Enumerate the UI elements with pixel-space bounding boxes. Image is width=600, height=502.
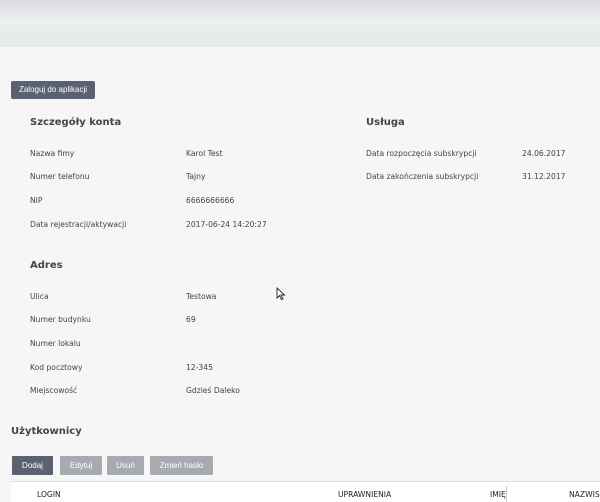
top-banner (0, 0, 600, 47)
service-title: Usługa (366, 117, 405, 128)
address-title: Adres (30, 260, 63, 271)
users-title: Użytkownicy (11, 426, 82, 437)
edit-user-button[interactable]: Edytuj (60, 456, 102, 475)
subscription-end-label: Data zakończenia subskrypcji (366, 172, 479, 181)
postal-code-label: Kod pocztowy (30, 363, 83, 372)
nip-label: NIP (30, 196, 43, 205)
add-user-button[interactable]: Dodaj (12, 456, 53, 475)
account-details-title: Szczegóły konta (30, 117, 122, 128)
subscription-start-value: 24.06.2017 (522, 149, 566, 158)
subscription-start-label: Data rozpoczęcia subskrypcji (366, 149, 477, 158)
delete-user-button[interactable]: Usuń (107, 456, 144, 475)
users-table-header: LOGIN UPRAWNIENIA IMIĘ NAZWIS (11, 481, 600, 502)
column-header-last-name[interactable]: NAZWIS (569, 490, 600, 499)
registration-date-label: Data rejestracji/aktywacji (30, 220, 127, 229)
apartment-number-label: Numer lokalu (30, 339, 81, 348)
street-label: Ulica (30, 292, 49, 301)
change-password-button[interactable]: Zmień hasło (150, 456, 213, 475)
mouse-cursor-icon (276, 287, 286, 301)
login-to-app-button[interactable]: Zaloguj do aplikacji (11, 81, 95, 99)
phone-value: Tajny (186, 172, 206, 181)
company-name-value: Karol Test (186, 149, 223, 158)
city-label: Miejscowość (30, 386, 78, 395)
column-header-permissions[interactable]: UPRAWNIENIA (338, 490, 391, 499)
postal-code-value: 12-345 (186, 363, 213, 372)
building-number-label: Numer budynku (30, 315, 91, 324)
registration-date-value: 2017-06-24 14:20:27 (186, 220, 267, 229)
column-header-first-name[interactable]: IMIĘ (490, 490, 506, 499)
subscription-end-value: 31.12.2017 (522, 172, 566, 181)
city-value: Gdzieś Daleko (186, 386, 240, 395)
phone-label: Numer telefonu (30, 172, 90, 181)
company-name-label: Nazwa fimy (30, 149, 75, 158)
nip-value: 6666666666 (186, 196, 235, 205)
street-value: Testowa (186, 292, 217, 301)
building-number-value: 69 (186, 315, 196, 324)
column-header-login[interactable]: LOGIN (37, 490, 61, 499)
column-divider[interactable] (506, 486, 507, 502)
